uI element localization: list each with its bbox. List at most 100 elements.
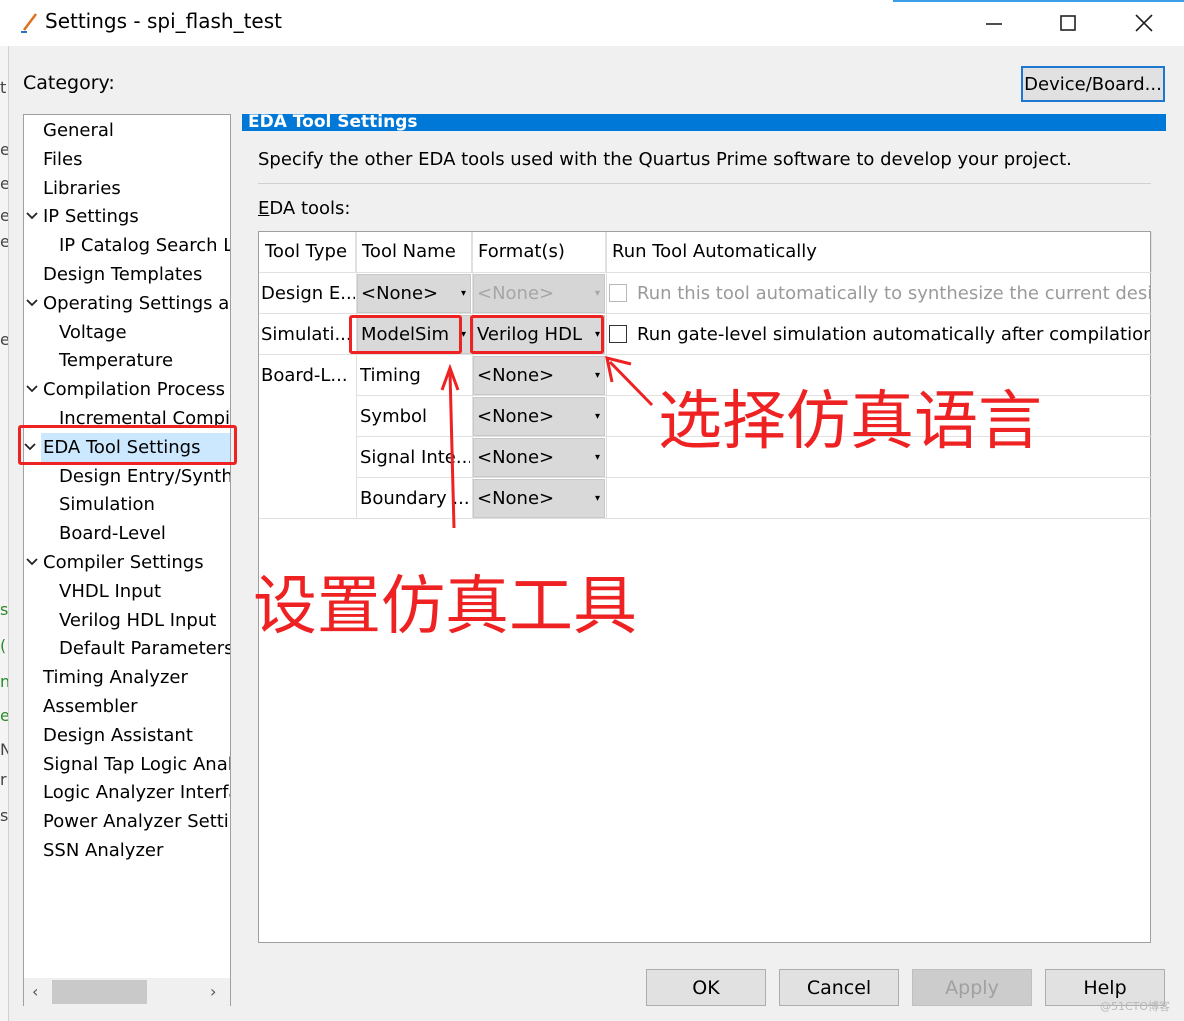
format-select[interactable]: <None> ▾ [473, 274, 605, 313]
tool-name-select: Signal Inte... [360, 437, 470, 478]
strip-char: n [0, 672, 8, 691]
dropdown-arrow-icon[interactable]: ▾ [595, 275, 600, 312]
tree-item[interactable]: IP Settings [26, 202, 139, 231]
title-bar: Settings - spi_flash_test [0, 0, 1184, 46]
run-automatically-checkbox[interactable] [609, 284, 627, 302]
format-value: <None> [477, 283, 555, 304]
tree-item[interactable]: Board-Level [59, 519, 166, 548]
annotation-set-tool: 设置仿真工具 [253, 570, 637, 644]
tree-item-label: IP Settings [43, 206, 139, 228]
tree-item[interactable]: Design Assistant [43, 721, 193, 750]
tree-item[interactable]: Power Analyzer Settings [43, 807, 230, 836]
dropdown-arrow-icon[interactable]: ▾ [595, 398, 600, 435]
tree-item[interactable]: IP Catalog Search Locations [59, 231, 230, 260]
tree-item-label: Default Parameters [59, 638, 231, 660]
strip-char: t [0, 78, 7, 97]
panel-description: Specify the other EDA tools used with th… [258, 149, 1072, 170]
category-tree[interactable]: General Files Libraries IP Settings IP Catal… [23, 114, 231, 1006]
tool-type-cell [261, 437, 355, 478]
watermark: @51CTO博客 [1100, 1000, 1171, 1013]
tree-item[interactable]: Timing Analyzer [43, 663, 188, 692]
panel-header: EDA Tool Settings [242, 114, 1166, 131]
tree-item[interactable]: Design Entry/Synthesis [59, 462, 231, 491]
format-select[interactable]: <None> ▾ [473, 356, 605, 395]
tree-item[interactable]: Voltage [59, 318, 127, 347]
tree-item[interactable]: Signal Tap Logic Analyzer [43, 750, 231, 779]
tree-item[interactable]: Simulation [59, 490, 155, 519]
tree-item[interactable]: Compilation Process Settings [26, 375, 230, 404]
tree-item[interactable]: Default Parameters [59, 634, 231, 663]
tree-item-label: Operating Settings and Conditions [43, 292, 230, 314]
expand-chevron-icon[interactable] [25, 548, 39, 586]
strip-char: e [0, 206, 8, 225]
tree-item-label: Assembler [43, 696, 138, 717]
format-select[interactable]: <None> ▾ [473, 397, 605, 436]
tree-item[interactable]: Assembler [43, 692, 138, 721]
dropdown-arrow-icon[interactable]: ▾ [595, 357, 600, 394]
expand-chevron-icon[interactable] [25, 202, 39, 240]
scroll-left-icon[interactable]: ‹ [32, 982, 38, 1001]
format-value: <None> [477, 488, 555, 509]
ok-button[interactable]: OK [646, 969, 766, 1006]
format-select[interactable]: <None> ▾ [473, 479, 605, 518]
tool-name-select[interactable]: <None> ▾ [357, 274, 471, 313]
tree-item-label: Signal Tap Logic Analyzer [43, 753, 231, 775]
tree-item[interactable]: VHDL Input [59, 577, 161, 606]
minimize-icon [986, 23, 1002, 25]
format-value: <None> [477, 365, 555, 386]
strip-char: e [0, 174, 8, 193]
tree-item[interactable]: Design Templates [43, 260, 202, 289]
tree-item-label: Logic Analyzer Interface [43, 782, 230, 804]
tree-item[interactable]: Libraries [43, 174, 121, 203]
tool-name-value: Boundary ... [360, 488, 470, 509]
scrollbar-thumb[interactable] [52, 980, 147, 1004]
tree-item[interactable]: Logic Analyzer Interface [43, 778, 230, 807]
tree-item-label: SSN Analyzer [43, 840, 164, 861]
column-header[interactable]: Tool Type [259, 232, 356, 272]
tree-horizontal-scrollbar[interactable]: ‹ › [24, 978, 230, 1006]
cancel-button[interactable]: Cancel [779, 969, 899, 1006]
minimize-button[interactable] [966, 6, 1026, 40]
tree-item[interactable]: Verilog HDL Input [59, 606, 216, 635]
tree-item-label: Libraries [43, 177, 121, 199]
format-select[interactable]: <None> ▾ [473, 438, 605, 477]
maximize-button[interactable] [1040, 6, 1100, 40]
strip-char: e [0, 232, 8, 251]
category-label: Category: [23, 72, 115, 94]
eda-tools-label-text: DA tools: [269, 198, 351, 219]
column-header[interactable]: Tool Name [356, 232, 472, 272]
tree-item-label: Design Entry/Synthesis [59, 465, 231, 487]
tree-item-label: Board-Level [59, 523, 166, 545]
column-divider [356, 232, 357, 519]
tree-item[interactable]: General [43, 116, 114, 145]
tree-item-label: Verilog HDL Input [59, 609, 217, 631]
close-button[interactable] [1116, 6, 1176, 40]
expand-chevron-icon[interactable] [25, 375, 39, 413]
eda-tools-label: EDA tools: [258, 198, 350, 219]
dropdown-arrow-icon[interactable]: ▾ [595, 480, 600, 517]
tree-item[interactable]: SSN Analyzer [43, 836, 163, 865]
dropdown-arrow-icon[interactable]: ▾ [595, 439, 600, 476]
tree-item[interactable]: Compiler Settings [26, 548, 204, 577]
expand-chevron-icon[interactable] [25, 289, 39, 327]
tool-type-cell [261, 396, 355, 437]
column-header[interactable]: Run Tool Automatically [606, 232, 1152, 272]
apply-button[interactable]: Apply [912, 969, 1032, 1006]
device-board-button[interactable]: Device/Board... [1021, 66, 1165, 102]
tree-item-label: Compiler Settings [43, 552, 204, 573]
separator [258, 183, 1151, 184]
tree-item[interactable]: Temperature [59, 346, 173, 375]
row-divider [259, 518, 1152, 519]
highlight-tool-name [349, 315, 462, 354]
tree-item[interactable]: Operating Settings and Conditions [26, 289, 230, 318]
window-title: Settings - spi_flash_test [45, 9, 282, 33]
annotation-select-language: 选择仿真语言 [658, 385, 1042, 459]
tree-item[interactable]: Files [43, 145, 83, 174]
column-header[interactable]: Format(s) [472, 232, 606, 272]
scroll-right-icon[interactable]: › [210, 982, 216, 1001]
strip-char: N [0, 740, 8, 759]
dropdown-arrow-icon[interactable]: ▾ [461, 275, 466, 312]
title-accent-line [893, 0, 1184, 2]
tool-name-value: Timing [360, 365, 421, 386]
run-automatically-checkbox[interactable] [609, 325, 627, 343]
